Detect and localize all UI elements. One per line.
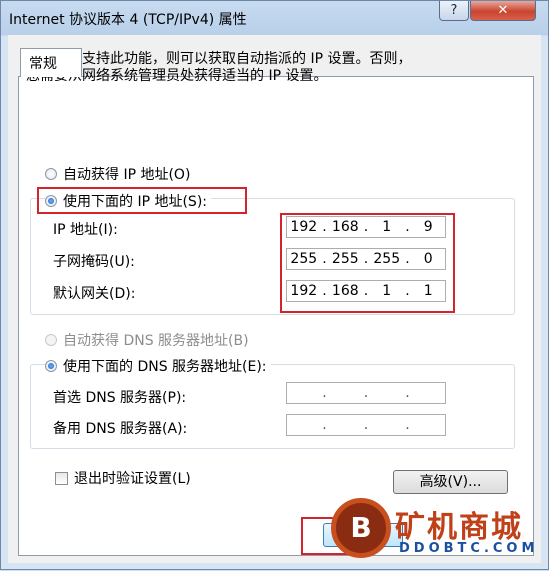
alternate-dns-field[interactable]: . . . (286, 414, 446, 436)
description-text: 如果网络支持此功能，则可以获取自动指派的 IP 设置。否则， 您需要从网络系统管… (26, 51, 496, 85)
tab-general[interactable]: 常规 (20, 48, 82, 77)
watermark-title: 矿机商城 (395, 510, 523, 545)
radio-auto-dns-button[interactable] (45, 334, 57, 346)
radio-auto-dns-label: 自动获得 DNS 服务器地址(B) (63, 333, 249, 349)
highlight-manual-ip-option (37, 187, 247, 214)
preferred-dns-label: 首选 DNS 服务器(P): (53, 390, 187, 406)
subnet-mask-label: 子网掩码(U): (53, 254, 135, 270)
window-title: Internet 协议版本 4 (TCP/IPv4) 属性 (9, 12, 247, 28)
validate-on-exit-label: 退出时验证设置(L) (74, 471, 191, 487)
description-line-2: 您需要从网络系统管理员处获得适当的 IP 设置。 (26, 68, 328, 84)
radio-manual-dns-label: 使用下面的 DNS 服务器地址(E): (63, 359, 267, 375)
radio-auto-ip-button[interactable] (45, 168, 57, 180)
validate-on-exit-checkbox[interactable]: 退出时验证设置(L) (55, 469, 191, 487)
help-button[interactable]: ? (439, 1, 469, 21)
alternate-dns-label: 备用 DNS 服务器(A): (53, 421, 188, 437)
preferred-dns-field[interactable]: . . . (286, 382, 446, 404)
default-gateway-label: 默认网关(D): (53, 286, 136, 302)
title-bar[interactable]: Internet 协议版本 4 (TCP/IPv4) 属性 ? ✕ (1, 1, 548, 35)
radio-manual-dns-button[interactable] (45, 360, 57, 372)
radio-manual-dns[interactable]: 使用下面的 DNS 服务器地址(E): (45, 357, 271, 375)
advanced-button[interactable]: 高级(V)... (393, 470, 508, 494)
ip-address-label: IP 地址(I): (53, 222, 118, 238)
close-button[interactable]: ✕ (470, 1, 536, 21)
description-line-1: 如果网络支持此功能，则可以获取自动指派的 IP 设置。否则， (26, 51, 412, 67)
watermark-subtitle: DDOBTC.COM (399, 541, 539, 556)
radio-auto-ip[interactable]: 自动获得 IP 地址(O) (45, 165, 190, 183)
radio-auto-ip-label: 自动获得 IP 地址(O) (63, 167, 191, 183)
radio-auto-dns[interactable]: 自动获得 DNS 服务器地址(B) (45, 331, 249, 349)
watermark-logo: B (331, 498, 391, 558)
watermark: B 矿机商城 DDOBTC.COM (331, 496, 549, 571)
validate-on-exit-checkbox-box[interactable] (55, 471, 68, 485)
highlight-ip-fields (280, 213, 455, 313)
dialog-window: Internet 协议版本 4 (TCP/IPv4) 属性 ? ✕ 常规 如果网… (0, 0, 549, 570)
